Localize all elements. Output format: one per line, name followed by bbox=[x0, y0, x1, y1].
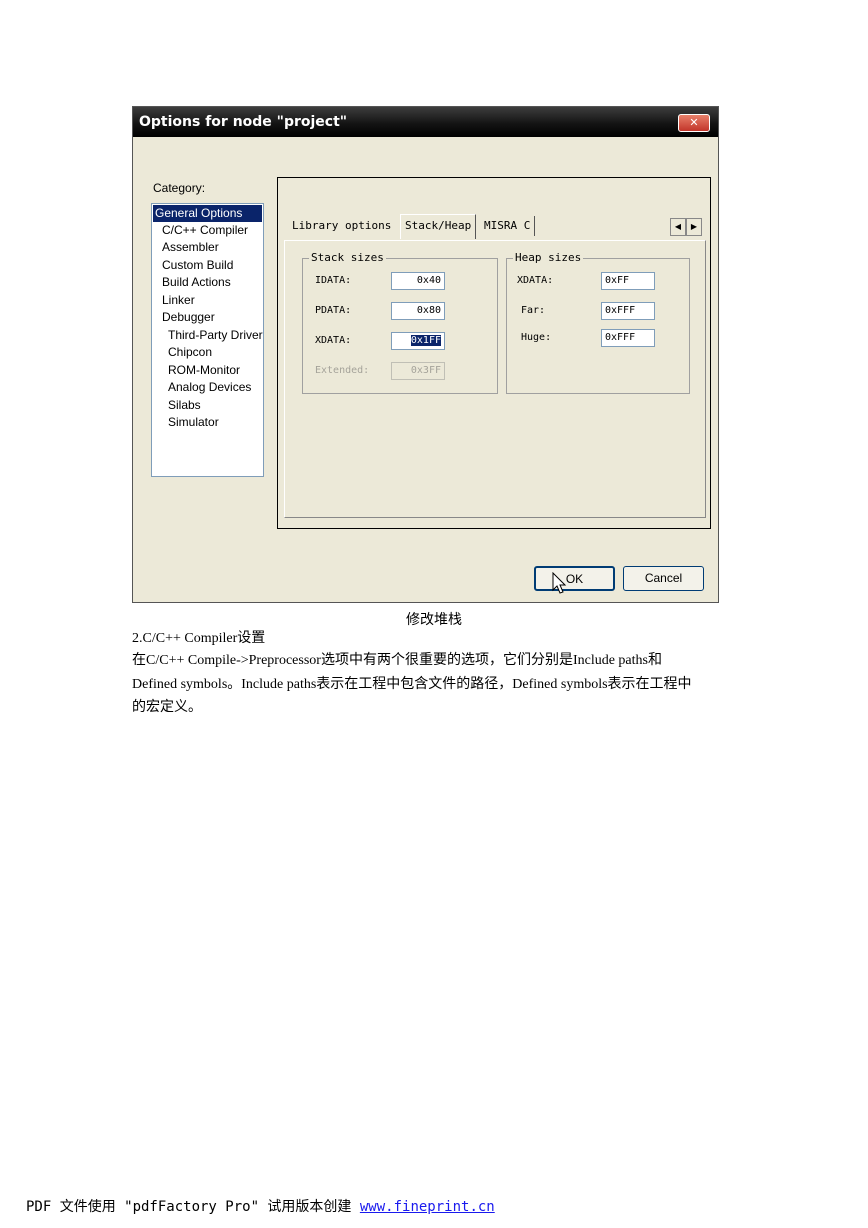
tab-stack-heap[interactable]: Stack/Heap bbox=[400, 214, 477, 239]
heap-huge-field[interactable]: 0xFFF bbox=[601, 329, 655, 347]
category-list[interactable]: General Options C/C++ Compiler Assembler… bbox=[151, 203, 264, 477]
stack-idata-label: IDATA: bbox=[315, 275, 352, 286]
stack-idata-field[interactable]: 0x40 bbox=[391, 272, 445, 290]
heap-sizes-group: Heap sizes XDATA: 0xFF Far: 0xFFF Huge: … bbox=[506, 251, 690, 394]
stack-xdata-value: 0x1FF bbox=[410, 335, 441, 346]
category-rom-monitor[interactable]: ROM-Monitor bbox=[168, 362, 240, 379]
tab-misra-c[interactable]: MISRA C bbox=[480, 216, 536, 236]
category-cpp-compiler[interactable]: C/C++ Compiler bbox=[162, 222, 248, 239]
stack-xdata-label: XDATA: bbox=[315, 335, 352, 346]
category-linker[interactable]: Linker bbox=[162, 292, 195, 309]
tab-library-options[interactable]: Library options bbox=[288, 216, 396, 236]
options-panel: Library options Stack/Heap MISRA C ◀ ▶ S… bbox=[277, 177, 711, 529]
category-chipcon[interactable]: Chipcon bbox=[168, 344, 212, 361]
tab-scroll-right-button[interactable]: ▶ bbox=[686, 218, 702, 236]
footer-text: PDF 文件使用 "pdfFactory Pro" 试用版本创建 bbox=[26, 1199, 360, 1215]
close-button[interactable]: ✕ bbox=[678, 114, 710, 132]
stack-pdata-field[interactable]: 0x80 bbox=[391, 302, 445, 320]
category-silabs[interactable]: Silabs bbox=[168, 397, 201, 414]
tab-scroll-left-button[interactable]: ◀ bbox=[670, 218, 686, 236]
ok-button[interactable]: OK bbox=[534, 566, 615, 591]
category-assembler[interactable]: Assembler bbox=[162, 239, 219, 256]
options-dialog: Options for node "project" ✕ Category: G… bbox=[132, 106, 719, 603]
category-analog-devices[interactable]: Analog Devices bbox=[168, 379, 251, 396]
heap-sizes-title: Heap sizes bbox=[513, 251, 584, 264]
pdf-footer: PDF 文件使用 "pdfFactory Pro" 试用版本创建 www.fin… bbox=[26, 1196, 495, 1216]
mouse-cursor-icon bbox=[552, 572, 567, 594]
heap-far-label: Far: bbox=[521, 305, 546, 316]
triangle-right-icon: ▶ bbox=[690, 222, 698, 231]
heap-huge-label: Huge: bbox=[521, 332, 552, 343]
footer-link[interactable]: www.fineprint.cn bbox=[360, 1199, 495, 1215]
category-general-options[interactable]: General Options bbox=[153, 205, 262, 222]
triangle-left-icon: ◀ bbox=[674, 222, 682, 231]
stack-pdata-label: PDATA: bbox=[315, 305, 352, 316]
heap-far-field[interactable]: 0xFFF bbox=[601, 302, 655, 320]
category-debugger[interactable]: Debugger bbox=[162, 309, 215, 326]
section-heading: 2.C/C++ Compiler设置 bbox=[132, 631, 266, 646]
category-build-actions[interactable]: Build Actions bbox=[162, 274, 231, 291]
heap-xdata-label: XDATA: bbox=[517, 275, 554, 286]
category-third-party-driver[interactable]: Third-Party Driver bbox=[168, 327, 263, 344]
title-bar[interactable]: Options for node "project" ✕ bbox=[133, 107, 718, 137]
stack-sizes-title: Stack sizes bbox=[309, 251, 386, 264]
cancel-button[interactable]: Cancel bbox=[623, 566, 704, 591]
paragraph-line-2: Defined symbols。Include paths表示在工程中包含文件的… bbox=[132, 677, 692, 692]
stack-sizes-group: Stack sizes IDATA: 0x40 PDATA: 0x80 XDAT… bbox=[302, 251, 498, 394]
paragraph-line-1: 在C/C++ Compile->Preprocessor选项中有两个很重要的选项… bbox=[132, 653, 662, 668]
category-simulator[interactable]: Simulator bbox=[168, 414, 219, 431]
dialog-title: Options for node "project" bbox=[139, 114, 348, 130]
category-custom-build[interactable]: Custom Build bbox=[162, 257, 233, 274]
figure-caption: 修改堆栈 bbox=[406, 613, 462, 628]
paragraph-line-3: 的宏定义。 bbox=[132, 700, 202, 715]
heap-xdata-field[interactable]: 0xFF bbox=[601, 272, 655, 290]
stack-extended-label: Extended: bbox=[315, 365, 370, 376]
category-label: Category: bbox=[153, 181, 206, 195]
stack-extended-field: 0x3FF bbox=[391, 362, 445, 380]
stack-xdata-field[interactable]: 0x1FF bbox=[391, 332, 445, 350]
close-icon: ✕ bbox=[689, 116, 699, 129]
